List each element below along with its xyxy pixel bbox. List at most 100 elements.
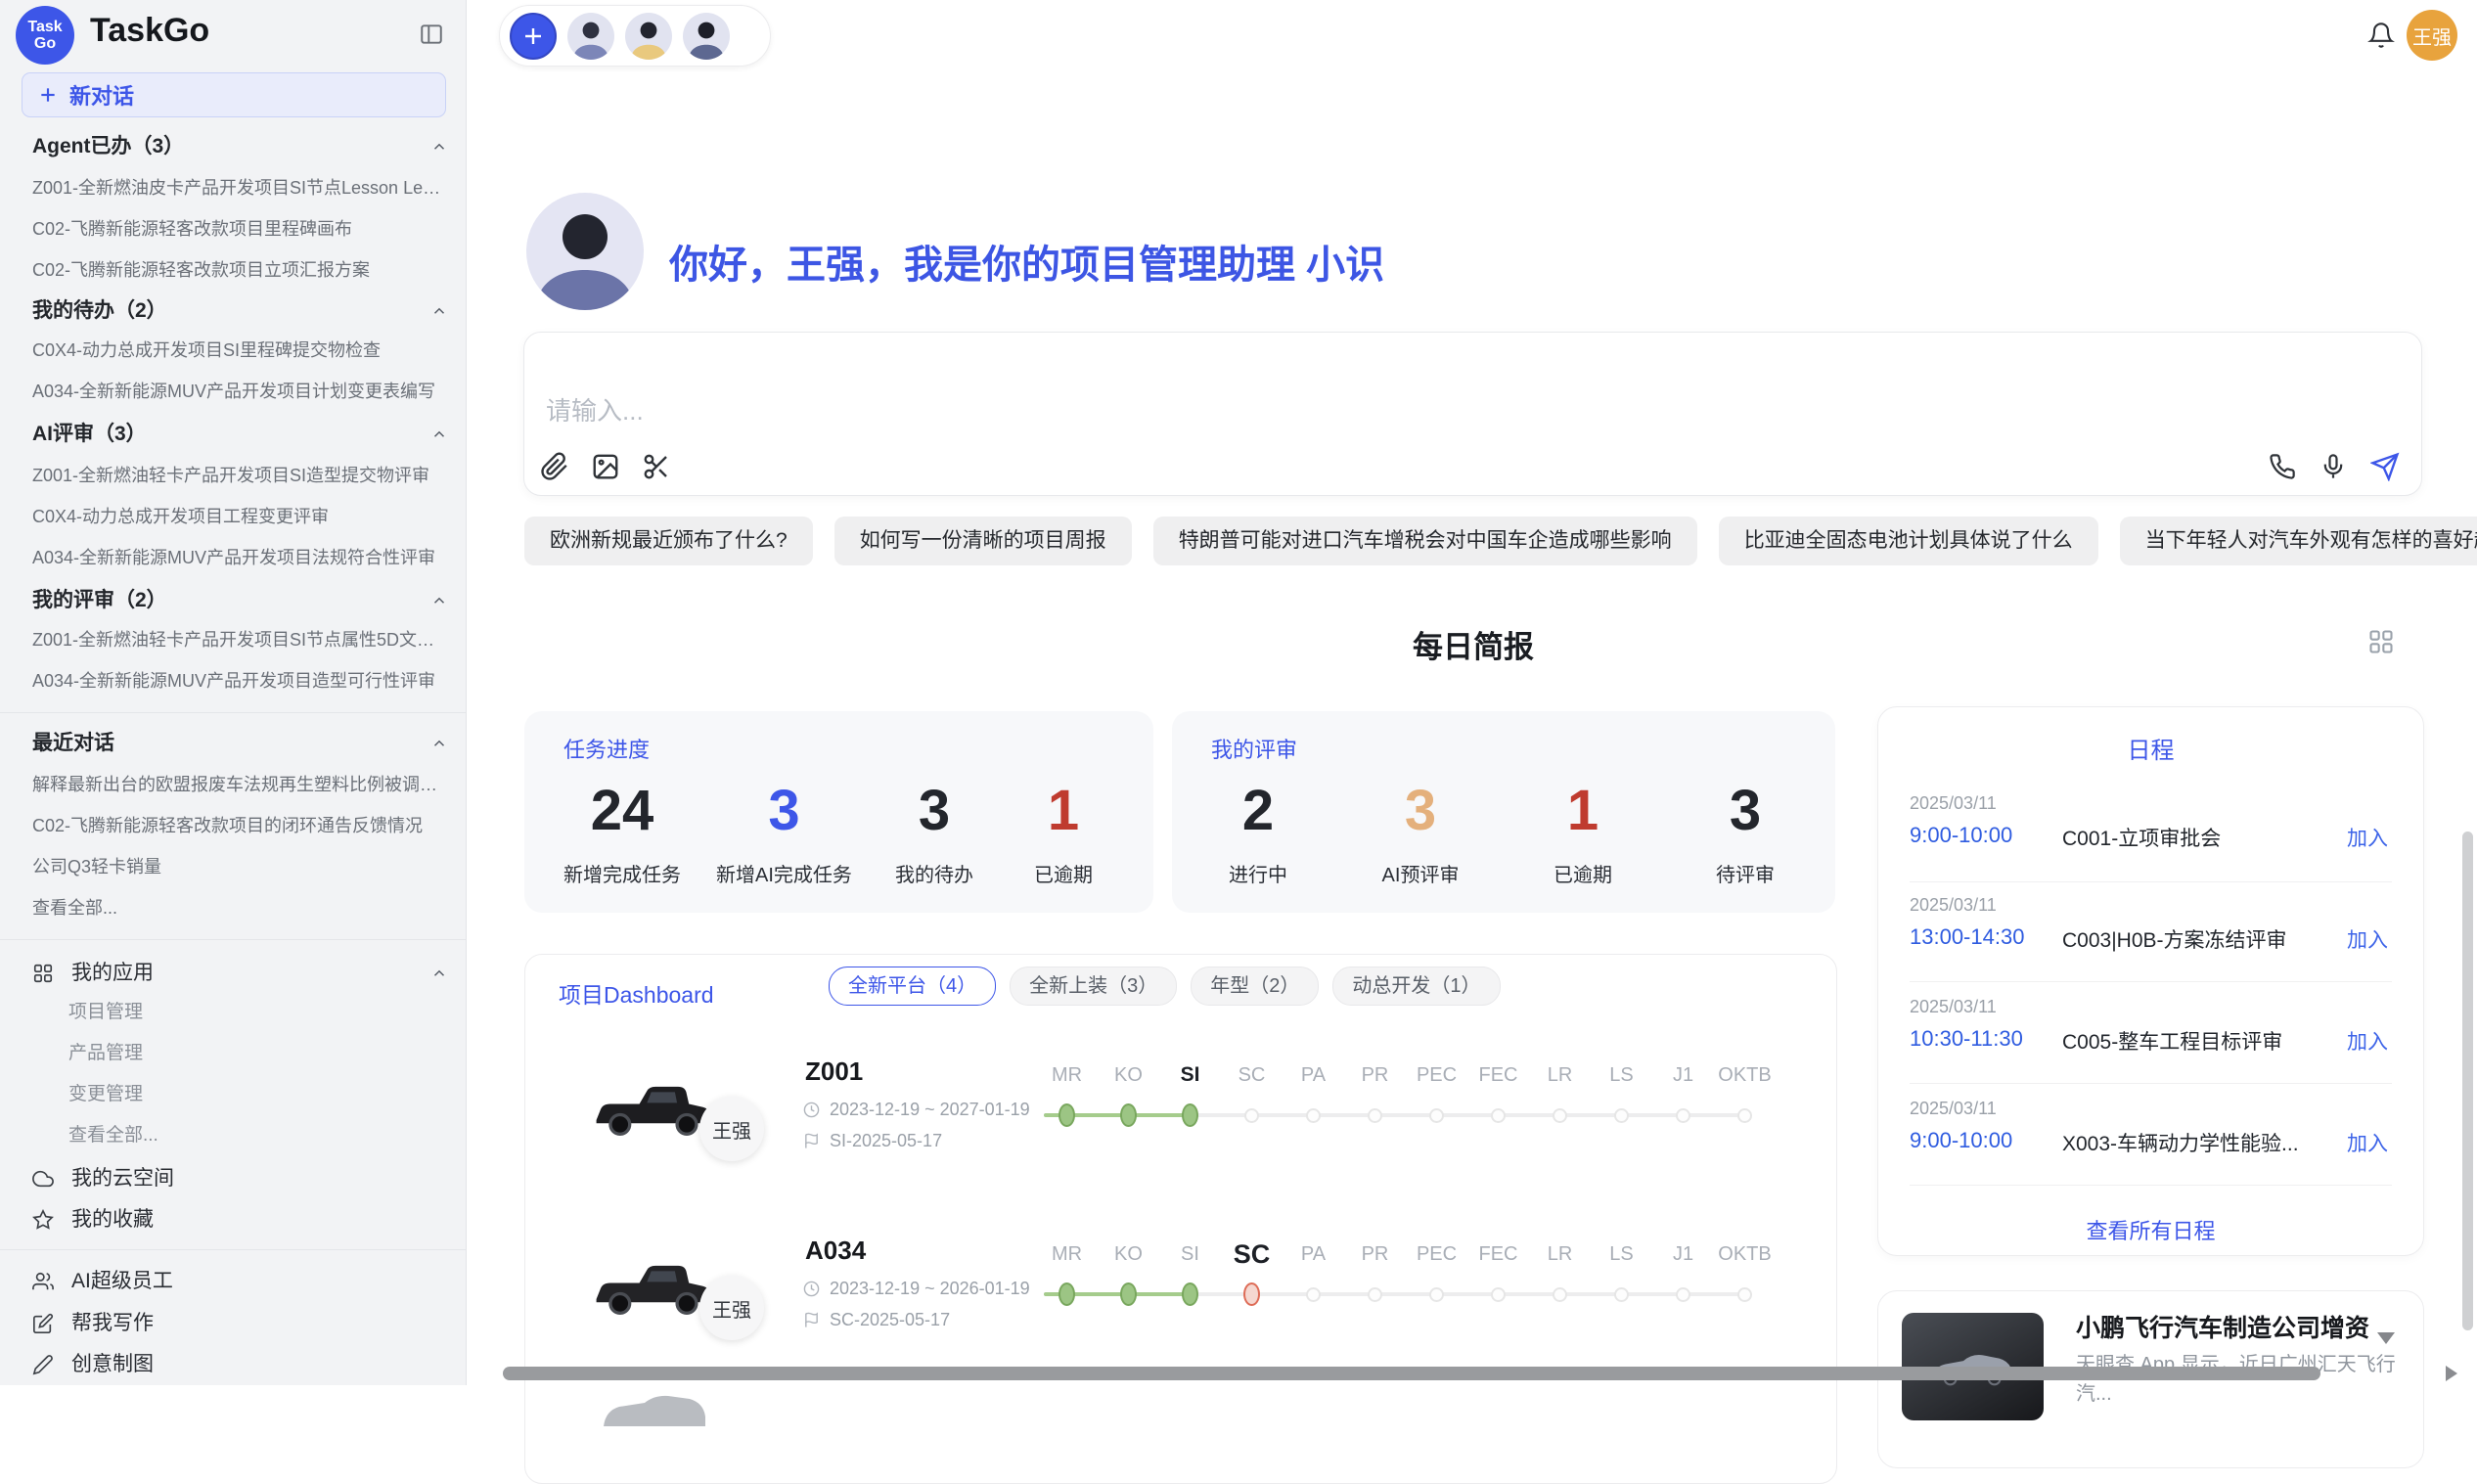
chat-item[interactable]: Z001-全新燃油轻卡产品开发项目SI造型提交物评审 bbox=[32, 462, 448, 489]
agent-avatar-2[interactable] bbox=[625, 13, 672, 60]
attachment-icon[interactable] bbox=[540, 452, 569, 481]
milestone-node bbox=[1368, 1108, 1382, 1123]
app-logo: Task Go bbox=[16, 6, 74, 65]
chat-item[interactable]: Z001-全新燃油皮卡产品开发项目SI节点Lesson Learn报告 bbox=[32, 174, 448, 202]
sidebar-collapse-icon[interactable] bbox=[419, 22, 444, 47]
tab-year-model[interactable]: 年型（2） bbox=[1191, 967, 1319, 1006]
chat-item[interactable]: 解释最新出台的欧盟报废车法规再生塑料比例被调至15%... bbox=[32, 771, 448, 798]
image-icon[interactable] bbox=[591, 452, 620, 481]
schedule-date: 2025/03/11 bbox=[1910, 895, 1997, 916]
horizontal-scrollbar[interactable] bbox=[503, 1367, 2320, 1380]
cloud-icon bbox=[32, 1168, 54, 1190]
dashboard-title: 项目Dashboard bbox=[559, 976, 714, 1010]
suggestion-chip[interactable]: 比亚迪全固态电池计划具体说了什么 bbox=[1719, 517, 2098, 565]
project-row[interactable]: 王强 Z001 2023-12-19 ~ 2027-01-19 SI-2025-… bbox=[525, 1053, 1836, 1199]
divider bbox=[0, 1249, 466, 1250]
chevron-up-icon[interactable] bbox=[430, 138, 448, 156]
milestone-label: KO bbox=[1098, 1239, 1159, 1269]
chat-item[interactable]: A034-全新新能源MUV产品开发项目造型可行性评审 bbox=[32, 667, 448, 695]
notifications-bell-icon[interactable] bbox=[2367, 22, 2395, 49]
chat-item[interactable]: C02-飞腾新能源轻客改款项目立项汇报方案 bbox=[32, 256, 448, 284]
chevron-up-icon[interactable] bbox=[430, 302, 448, 320]
microphone-icon[interactable] bbox=[2319, 453, 2347, 480]
user-avatar[interactable]: 王强 bbox=[2407, 10, 2457, 61]
join-button[interactable]: 加入 bbox=[2347, 1128, 2388, 1157]
view-all-chats[interactable]: 查看全部... bbox=[32, 894, 448, 922]
sidebar: Task Go TaskGo 新对话 Agent已办（3） Z001-全新燃油皮… bbox=[0, 0, 467, 1385]
tab-powertrain[interactable]: 动总开发（1） bbox=[1332, 967, 1500, 1006]
scroll-right-arrow[interactable] bbox=[2446, 1366, 2457, 1381]
phone-call-icon[interactable] bbox=[2269, 453, 2296, 480]
milestone-node bbox=[1491, 1287, 1506, 1302]
chat-item[interactable]: 公司Q3轻卡销量 bbox=[32, 853, 448, 880]
milestone-label: PEC bbox=[1406, 1239, 1467, 1269]
vertical-scrollbar[interactable] bbox=[2462, 832, 2473, 1330]
milestone-label: OKTB bbox=[1714, 1239, 1776, 1269]
sidebar-item-help-write[interactable]: 帮我写作 bbox=[32, 1310, 448, 1337]
tab-superstructure[interactable]: 全新上装（3） bbox=[1010, 967, 1177, 1006]
schedule-time: 13:00-14:30 bbox=[1910, 924, 2024, 950]
section-ai-review[interactable]: AI评审（3） bbox=[32, 421, 448, 448]
chat-item[interactable]: A034-全新新能源MUV产品开发项目法规符合性评审 bbox=[32, 544, 448, 571]
agent-avatar-3[interactable] bbox=[683, 13, 730, 60]
plus-icon bbox=[521, 24, 545, 48]
scissors-icon[interactable] bbox=[642, 452, 671, 481]
milestone-node bbox=[1182, 1103, 1198, 1127]
join-button[interactable]: 加入 bbox=[2347, 823, 2388, 852]
chevron-up-icon[interactable] bbox=[430, 426, 448, 443]
milestone-label: PA bbox=[1283, 1239, 1344, 1269]
stat-my-todo: 3我的待办 bbox=[887, 778, 981, 887]
suggestion-chip[interactable]: 当下年轻人对汽车外观有怎样的喜好趋势 bbox=[2120, 517, 2477, 565]
section-recent-chats[interactable]: 最近对话 bbox=[32, 730, 448, 757]
app-item[interactable]: 变更管理 bbox=[68, 1081, 448, 1108]
agent-switcher bbox=[499, 5, 771, 67]
logo-line-1: Task bbox=[27, 19, 62, 35]
chevron-up-icon[interactable] bbox=[430, 592, 448, 609]
chevron-up-icon[interactable] bbox=[430, 735, 448, 752]
suggestion-chip[interactable]: 欧洲新规最近颁布了什么? bbox=[524, 517, 813, 565]
project-flag-date: SI-2025-05-17 bbox=[803, 1131, 942, 1151]
stat-overdue: 1已逾期 bbox=[1016, 778, 1110, 887]
view-all-apps[interactable]: 查看全部... bbox=[68, 1122, 448, 1149]
chat-item[interactable]: Z001-全新燃油轻卡产品开发项目SI节点属性5D文件评审 bbox=[32, 626, 448, 653]
chat-item[interactable]: A034-全新新能源MUV产品开发项目计划变更表编写 bbox=[32, 378, 448, 405]
chat-input[interactable]: 请输入... bbox=[546, 391, 644, 427]
new-chat-button[interactable]: 新对话 bbox=[22, 72, 446, 117]
send-icon[interactable] bbox=[2370, 452, 2400, 481]
project-car-image bbox=[588, 1053, 721, 1166]
sidebar-item-my-apps[interactable]: 我的应用 bbox=[32, 960, 448, 987]
clock-icon bbox=[803, 1102, 820, 1118]
sidebar-item-ai-staff[interactable]: AI超级员工 bbox=[32, 1268, 448, 1295]
layout-grid-icon[interactable] bbox=[2367, 628, 2395, 655]
app-item[interactable]: 产品管理 bbox=[68, 1040, 448, 1067]
chat-item[interactable]: C0X4-动力总成开发项目工程变更评审 bbox=[32, 503, 448, 530]
tab-platform[interactable]: 全新平台（4） bbox=[829, 967, 996, 1006]
grid-icon bbox=[32, 963, 54, 984]
suggestion-chip[interactable]: 特朗普可能对进口汽车增税会对中国车企造成哪些影响 bbox=[1153, 517, 1697, 565]
chat-item[interactable]: C0X4-动力总成开发项目SI里程碑提交物检查 bbox=[32, 337, 448, 364]
sidebar-item-my-cloud[interactable]: 我的云空间 bbox=[32, 1165, 448, 1192]
view-all-schedule[interactable]: 查看所有日程 bbox=[1878, 1214, 2423, 1245]
agent-avatar-1[interactable] bbox=[567, 13, 614, 60]
milestone-node bbox=[1676, 1108, 1690, 1123]
section-agent-done[interactable]: Agent已办（3） bbox=[32, 133, 448, 160]
chat-item[interactable]: C02-飞腾新能源轻客改款项目里程碑画布 bbox=[32, 215, 448, 243]
scroll-down-arrow[interactable] bbox=[2377, 1332, 2395, 1344]
app-root: Task Go TaskGo 新对话 Agent已办（3） Z001-全新燃油皮… bbox=[0, 0, 2477, 1385]
join-button[interactable]: 加入 bbox=[2347, 924, 2388, 954]
sidebar-item-my-favorites[interactable]: 我的收藏 bbox=[32, 1206, 448, 1234]
schedule-date: 2025/03/11 bbox=[1910, 1099, 1997, 1119]
milestone-node bbox=[1553, 1287, 1567, 1302]
section-my-review[interactable]: 我的评审（2） bbox=[32, 587, 448, 614]
section-my-todo[interactable]: 我的待办（2） bbox=[32, 297, 448, 325]
chat-item[interactable]: C02-飞腾新能源轻客改款项目的闭环通告反馈情况 bbox=[32, 812, 448, 839]
join-button[interactable]: 加入 bbox=[2347, 1026, 2388, 1056]
suggestion-chip[interactable]: 如何写一份清晰的项目周报 bbox=[834, 517, 1132, 565]
add-agent-button[interactable] bbox=[510, 13, 557, 60]
milestone-node bbox=[1368, 1287, 1382, 1302]
milestone-label: MR bbox=[1036, 1239, 1098, 1269]
chevron-up-icon[interactable] bbox=[430, 965, 448, 982]
assistant-avatar bbox=[526, 193, 644, 310]
app-item[interactable]: 项目管理 bbox=[68, 999, 448, 1026]
sidebar-item-creative-draw[interactable]: 创意制图 bbox=[32, 1351, 448, 1378]
